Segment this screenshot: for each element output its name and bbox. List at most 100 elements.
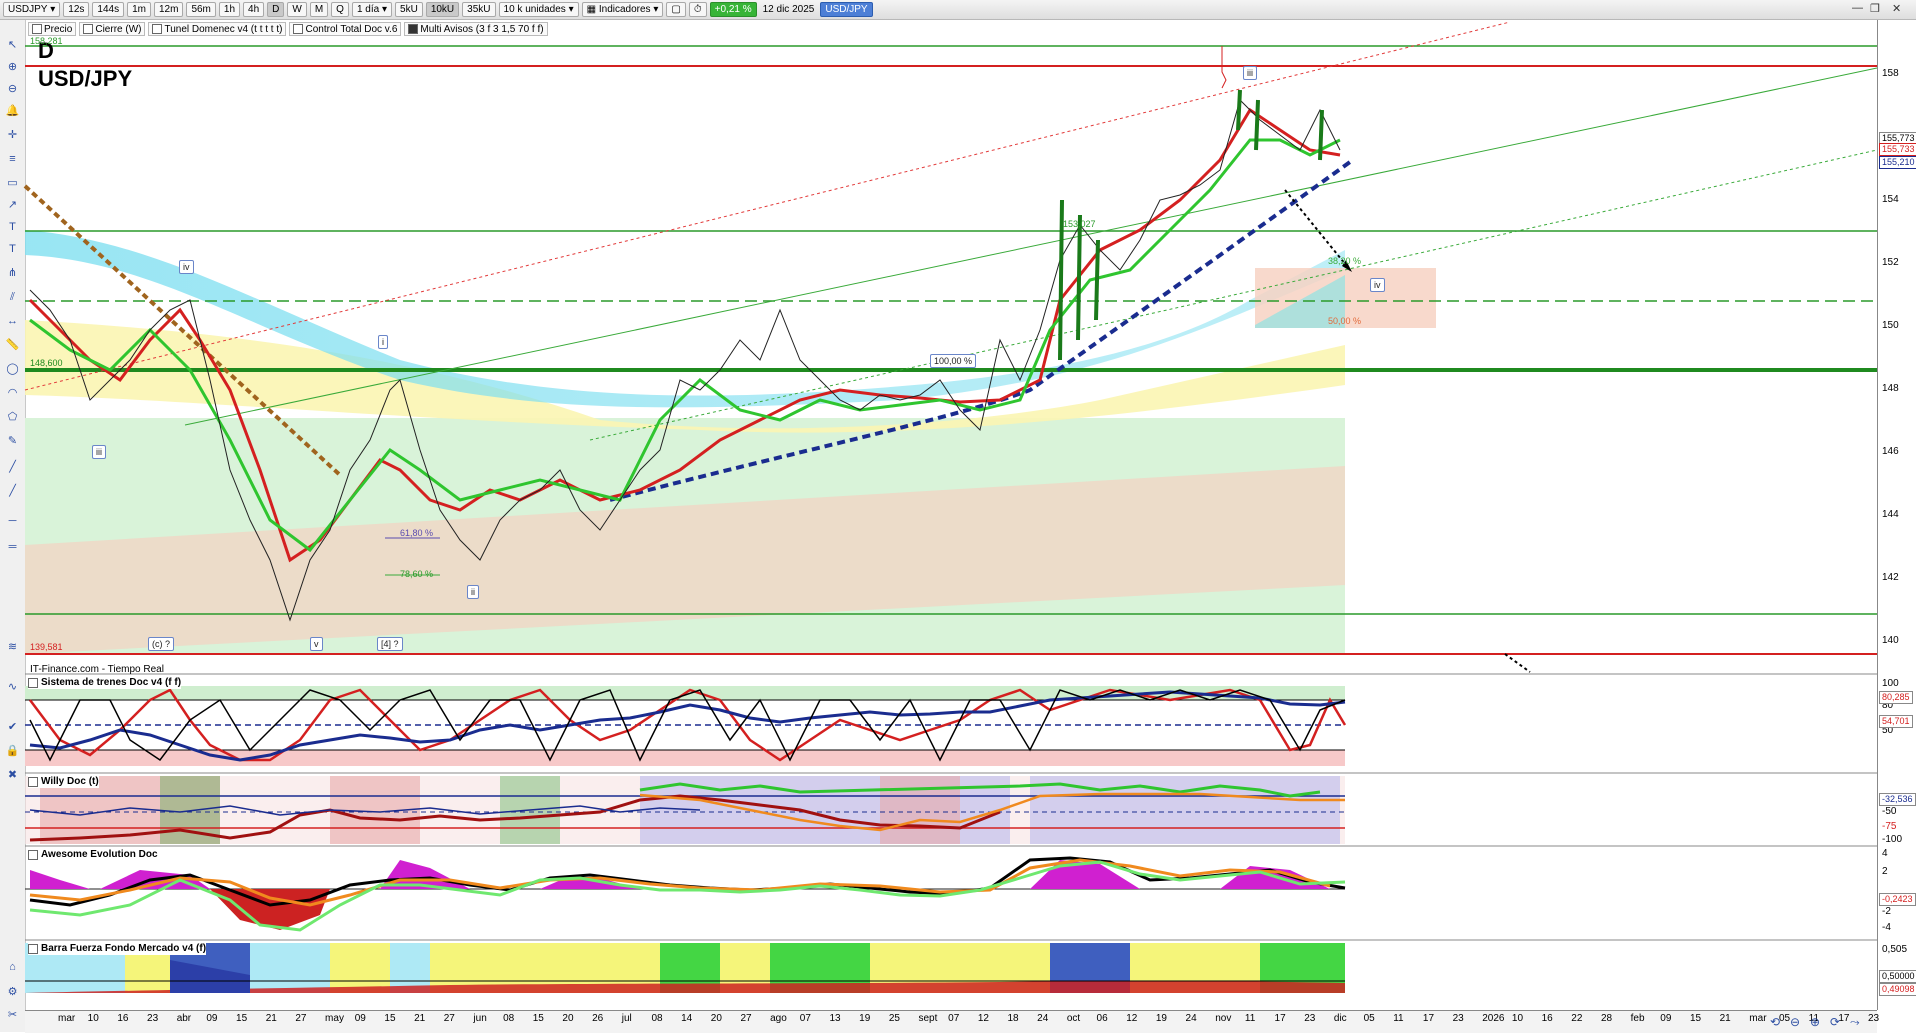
time-tick: feb [1630, 1013, 1645, 1024]
panel-willy-title[interactable]: Willy Doc (t) [28, 775, 99, 788]
awesome-axis-tick: 4 [1882, 848, 1888, 859]
wave-label-iii-peak[interactable]: iii [1243, 66, 1257, 80]
time-tick: 27 [295, 1013, 307, 1024]
time-tick: 11 [1393, 1013, 1404, 1024]
trendline-red-dotted[interactable] [24, 21, 1511, 391]
time-tick: 05 [1778, 1013, 1791, 1024]
time-tick: 25 [888, 1013, 900, 1024]
time-tick: 05 [1363, 1013, 1375, 1024]
legend-tunel[interactable]: Tunel Domenec v4 (t t t t t) [148, 22, 287, 36]
time-tick: 23 [1304, 1013, 1316, 1024]
time-tick: 15 [236, 1013, 248, 1024]
awesome-histogram [30, 860, 1330, 930]
time-tick: 06 [1096, 1013, 1108, 1024]
legend-label: Multi Avisos (3 f 3 1,5 70 f f) [420, 23, 544, 35]
fib-100-label: 100,00 % [930, 354, 977, 368]
trenes-tag: 54,701 [1879, 715, 1913, 728]
time-tick: 23 [147, 1013, 159, 1024]
time-tick: 21 [414, 1013, 426, 1024]
time-tick: mar [1749, 1013, 1767, 1024]
wave-label-ii[interactable]: ii [467, 585, 479, 599]
time-tick: 08 [503, 1013, 515, 1024]
time-tick: 07 [948, 1013, 960, 1024]
wave-label-c[interactable]: (c) ? [148, 637, 174, 651]
level-label-top: 158,281 [30, 36, 63, 46]
symbol-title: USD/JPY [38, 66, 133, 91]
willy-axis-tick: -75 [1882, 821, 1897, 832]
price-tag-blue: 155,210 [1879, 156, 1916, 169]
price-tick: 150 [1882, 320, 1899, 331]
time-tick: 17 [1274, 1013, 1286, 1024]
scroll-left-icon[interactable]: ⟲ [1770, 1015, 1780, 1029]
time-tick: 23 [1452, 1013, 1464, 1024]
scroll-right-icon[interactable]: ⤳ [1850, 1015, 1860, 1030]
time-tick: 19 [859, 1013, 871, 1024]
time-tick: 12 [1126, 1013, 1138, 1024]
time-tick: 15 [532, 1013, 544, 1024]
zoom-out-time-icon[interactable]: ⊖ [1790, 1015, 1800, 1029]
time-tick: 2026 [1482, 1013, 1505, 1024]
awesome-axis-tick: -4 [1882, 922, 1891, 933]
time-tick: 13 [829, 1013, 841, 1024]
checkbox-icon [28, 677, 38, 688]
legend-label: Control Total Doc v.6 [305, 23, 398, 35]
checkbox-icon [83, 24, 94, 34]
checkbox-icon [28, 776, 38, 787]
fuerza-axis-tick: 0,505 [1882, 944, 1908, 955]
time-tick: 09 [206, 1013, 218, 1024]
willy-axis-tick: -50 [1882, 806, 1897, 817]
zoom-in-time-icon[interactable]: ⊕ [1810, 1015, 1820, 1029]
price-tick: 144 [1882, 509, 1899, 520]
time-tick: 08 [651, 1013, 663, 1024]
time-tick: 16 [117, 1013, 129, 1024]
projection-line-2[interactable] [1504, 653, 1531, 673]
wave-label-iii-left[interactable]: iii [92, 445, 106, 459]
time-tick: 15 [1689, 1013, 1702, 1024]
wave-label-iv[interactable]: iv [179, 260, 194, 274]
time-tick: 17 [1422, 1013, 1435, 1024]
wave-label-i[interactable]: i [378, 335, 388, 349]
panel-awesome-title[interactable]: Awesome Evolution Doc [28, 848, 158, 861]
time-tick: oct [1066, 1013, 1081, 1024]
checkbox-icon [293, 24, 304, 34]
chart-canvas[interactable] [0, 0, 1916, 1032]
legend-cierre[interactable]: Cierre (W) [79, 22, 146, 36]
legend-control-total[interactable]: Control Total Doc v.6 [289, 22, 402, 36]
panel-title-text: Barra Fuerza Fondo Mercado v4 (f) [41, 943, 207, 954]
panel-fuerza-title[interactable]: Barra Fuerza Fondo Mercado v4 (f) [28, 942, 207, 955]
price-tag-last: 155,733 [1879, 143, 1916, 156]
awesome-axis-tick: -2 [1882, 906, 1891, 917]
legend-multi-avisos[interactable]: Multi Avisos (3 f 3 1,5 70 f f) [404, 22, 548, 36]
time-tick: 12 [977, 1013, 989, 1024]
legend-precio[interactable]: Precio [28, 22, 77, 36]
panel-trenes-title[interactable]: Sistema de trenes Doc v4 (f f) [28, 676, 182, 689]
wave-label-v[interactable]: v [310, 637, 323, 651]
time-tick: mar [58, 1013, 76, 1024]
time-tick: 07 [799, 1013, 811, 1024]
wave-label-iv-target[interactable]: iv [1370, 278, 1385, 292]
legend-label: Precio [44, 23, 73, 35]
time-tick: abr [176, 1013, 192, 1024]
reset-view-icon[interactable]: ⟳ [1830, 1015, 1840, 1029]
wave-label-4[interactable]: [4] ? [377, 637, 403, 651]
price-tick: 152 [1882, 257, 1899, 268]
indicator-legend: Precio Cierre (W) Tunel Domenec v4 (t t … [28, 22, 548, 36]
legend-label: Tunel Domenec v4 (t t t t t) [164, 23, 283, 35]
panel-title-text: Sistema de trenes Doc v4 (f f) [41, 677, 182, 688]
price-tick: 158 [1882, 68, 1899, 79]
time-tick: 19 [1155, 1013, 1167, 1024]
data-source: IT-Finance.com - Tiempo Real [30, 664, 164, 675]
awesome-tag: -0,2423 [1879, 893, 1916, 906]
time-tick: 22 [1571, 1013, 1583, 1024]
fib-382-label: 38,20 % [1328, 256, 1362, 266]
time-tick: jul [621, 1013, 632, 1024]
time-tick: 20 [562, 1013, 574, 1024]
panel-title-text: Awesome Evolution Doc [41, 849, 158, 860]
time-tick: 24 [1037, 1013, 1049, 1024]
panel-title-text: Willy Doc (t) [41, 776, 99, 787]
time-tick: 15 [384, 1013, 396, 1024]
trenes-axis-tick: 100 [1882, 678, 1899, 689]
time-tick: 10 [87, 1013, 99, 1024]
price-tick: 148 [1882, 383, 1899, 394]
time-tick: 28 [1600, 1013, 1613, 1024]
